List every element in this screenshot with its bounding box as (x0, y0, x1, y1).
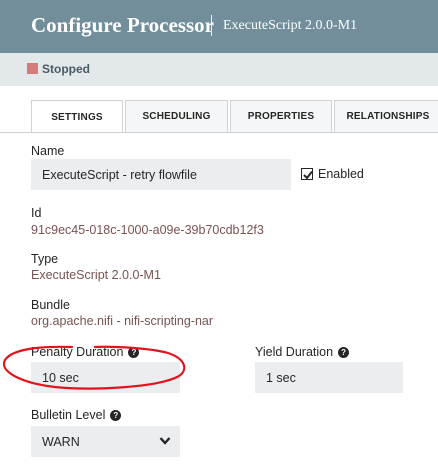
tab-properties[interactable]: PROPERTIES (230, 100, 332, 132)
status-bar: Stopped (0, 53, 438, 86)
id-value: 91c9ec45-018c-1000-a09e-39b70cdb12f3 (31, 223, 264, 237)
yield-duration-value: 1 sec (266, 370, 296, 385)
tab-bar: SETTINGS SCHEDULING PROPERTIES RELATIONS… (31, 100, 438, 133)
help-icon[interactable]: ? (110, 410, 122, 422)
bulletin-level-label-text: Bulletin Level (31, 408, 106, 422)
tab-settings[interactable]: SETTINGS (31, 100, 123, 133)
yield-duration-input[interactable]: 1 sec (255, 362, 403, 393)
yield-duration-label: Yield Duration? (255, 345, 350, 359)
bulletin-level-select[interactable]: WARN (31, 426, 180, 457)
yield-duration-label-text: Yield Duration (255, 345, 334, 359)
bundle-label: Bundle (31, 298, 70, 312)
type-value: ExecuteScript 2.0.0-M1 (31, 268, 161, 282)
tab-scheduling[interactable]: SCHEDULING (125, 100, 228, 132)
bulletin-level-label: Bulletin Level? (31, 408, 122, 422)
dialog-title: Configure Processor (31, 13, 214, 37)
name-label: Name (31, 144, 65, 158)
enabled-label: Enabled (318, 167, 364, 181)
processor-type-subtitle: ExecuteScript 2.0.0-M1 (223, 18, 358, 33)
bundle-value: org.apache.nifi - nifi-scripting-nar (31, 314, 214, 328)
tab-relationships[interactable]: RELATIONSHIPS (334, 100, 438, 132)
help-icon[interactable]: ? (338, 347, 350, 359)
name-input-value: ExecuteScript - retry flowfile (42, 167, 197, 182)
id-label: Id (31, 206, 42, 220)
bulletin-level-value: WARN (42, 434, 80, 449)
type-label: Type (31, 252, 59, 266)
tabs-divider (0, 132, 438, 133)
status-text: Stopped (42, 62, 90, 76)
enabled-checkbox[interactable] (301, 168, 313, 180)
name-input[interactable]: ExecuteScript - retry flowfile (31, 159, 291, 190)
chevron-down-icon (159, 437, 171, 445)
red-circle-annotation (2, 345, 186, 390)
stopped-icon (27, 63, 38, 74)
dialog-header: Configure Processor ExecuteScript 2.0.0-… (0, 0, 438, 53)
header-separator (211, 15, 212, 36)
check-icon (303, 170, 313, 180)
